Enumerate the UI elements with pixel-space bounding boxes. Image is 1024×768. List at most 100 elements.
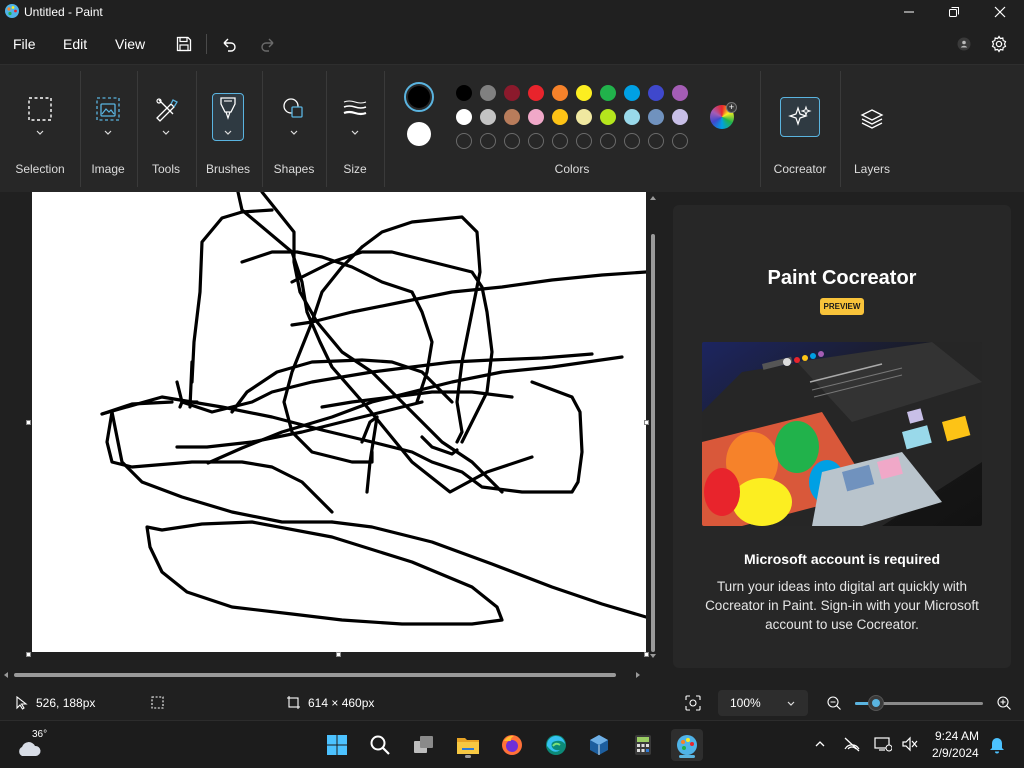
layers-label: Layers [853,162,891,176]
custom-color-slot[interactable] [528,133,544,149]
color-swatch[interactable] [528,109,544,125]
color-swatch[interactable] [456,85,472,101]
settings-button[interactable] [987,32,1011,56]
task-view-button[interactable] [408,729,440,761]
account-button[interactable] [952,32,976,56]
network-off-icon[interactable] [843,736,861,752]
color-swatch[interactable] [456,109,472,125]
canvas-size-icon [287,696,300,709]
drawing-canvas[interactable] [32,192,646,652]
zoom-out-icon[interactable] [826,695,842,711]
task-view-icon [414,736,433,753]
size-group[interactable]: Size [327,65,383,193]
chevron-down-icon [290,130,298,135]
horizontal-scrollbar[interactable] [0,670,650,680]
menu-divider [206,34,207,54]
brushes-group[interactable]: Brushes [197,65,259,193]
clock-date[interactable]: 2/9/2024 [932,746,979,760]
search-button[interactable] [364,729,396,761]
volume-mute-icon[interactable] [901,736,919,752]
clock-time[interactable]: 9:24 AM [935,729,979,743]
custom-color-slot[interactable] [648,133,664,149]
color-swatch[interactable] [576,109,592,125]
selection-group[interactable]: Selection [0,65,80,193]
custom-color-slot[interactable] [576,133,592,149]
ribbon-toolbar: Selection Image Tools Brushes Shapes Siz… [0,64,1024,192]
save-button[interactable] [172,32,196,56]
color-swatch[interactable] [648,85,664,101]
zoom-in-icon[interactable] [996,695,1012,711]
custom-color-slot[interactable] [624,133,640,149]
color-swatch[interactable] [624,85,640,101]
paint-taskbar-button[interactable] [671,729,703,761]
color-swatch[interactable] [600,109,616,125]
color-swatch[interactable] [672,85,688,101]
zoom-dropdown[interactable]: 100% [718,690,808,716]
start-button[interactable] [321,729,353,761]
custom-color-slot[interactable] [672,133,688,149]
undo-button[interactable] [217,32,241,56]
window-title: Untitled - Paint [24,5,103,19]
display-icon[interactable] [874,736,892,752]
color-swatch[interactable] [552,109,568,125]
cocreator-group[interactable]: Cocreator [761,65,839,193]
cursor-icon [16,696,28,710]
close-icon [994,6,1006,18]
custom-color-slot[interactable] [552,133,568,149]
calculator-button[interactable] [627,729,659,761]
menu-edit[interactable]: Edit [63,36,87,52]
secondary-color-swatch[interactable] [407,122,431,146]
edge-button[interactable] [540,729,572,761]
redo-button[interactable] [256,32,280,56]
account-required-heading: Microsoft account is required [743,551,941,567]
color-swatch[interactable] [480,85,496,101]
vertical-scrollbar[interactable] [648,192,658,662]
calculator-icon [635,735,651,755]
layers-group[interactable]: Layers [841,65,903,193]
edge-icon [546,735,566,755]
color-swatch[interactable] [648,109,664,125]
virtualbox-button[interactable] [583,729,615,761]
color-swatch[interactable] [576,85,592,101]
chevron-up-icon[interactable] [814,739,826,749]
color-swatch[interactable] [672,109,688,125]
maximize-button[interactable] [931,0,977,24]
image-group[interactable]: Image [80,65,136,193]
cloud-icon [19,742,41,756]
shapes-group[interactable]: Shapes [263,65,325,193]
menu-file[interactable]: File [13,36,36,52]
active-indicator [679,755,695,758]
settings-icon [991,35,1007,53]
edit-colors-button[interactable]: + [710,102,737,129]
custom-color-slot[interactable] [456,133,472,149]
virtualbox-icon [590,735,608,755]
menu-view[interactable]: View [115,36,145,52]
resize-handle-bottom-left[interactable] [26,652,31,657]
tools-label: Tools [151,162,180,176]
color-swatch[interactable] [600,85,616,101]
resize-handle-bottom[interactable] [336,652,341,657]
custom-color-slot[interactable] [480,133,496,149]
resize-handle-left[interactable] [26,420,31,425]
custom-color-slot[interactable] [504,133,520,149]
close-button[interactable] [977,0,1023,24]
primary-color-swatch[interactable] [404,82,434,112]
color-swatch[interactable] [552,85,568,101]
fit-to-window-icon[interactable] [685,695,701,711]
paint-icon [677,735,697,755]
color-swatch[interactable] [624,109,640,125]
size-label: Size [343,162,367,176]
zoom-slider-thumb[interactable] [868,695,884,711]
color-swatch[interactable] [480,109,496,125]
notification-icon[interactable] [989,736,1005,754]
account-icon [957,37,971,51]
custom-color-slot[interactable] [600,133,616,149]
weather-widget[interactable]: 36° [12,727,62,763]
firefox-button[interactable] [496,729,528,761]
tools-group[interactable]: Tools [138,65,194,193]
color-swatch[interactable] [504,85,520,101]
file-explorer-button[interactable] [452,729,484,761]
minimize-button[interactable] [886,0,932,24]
color-swatch[interactable] [528,85,544,101]
color-swatch[interactable] [504,109,520,125]
